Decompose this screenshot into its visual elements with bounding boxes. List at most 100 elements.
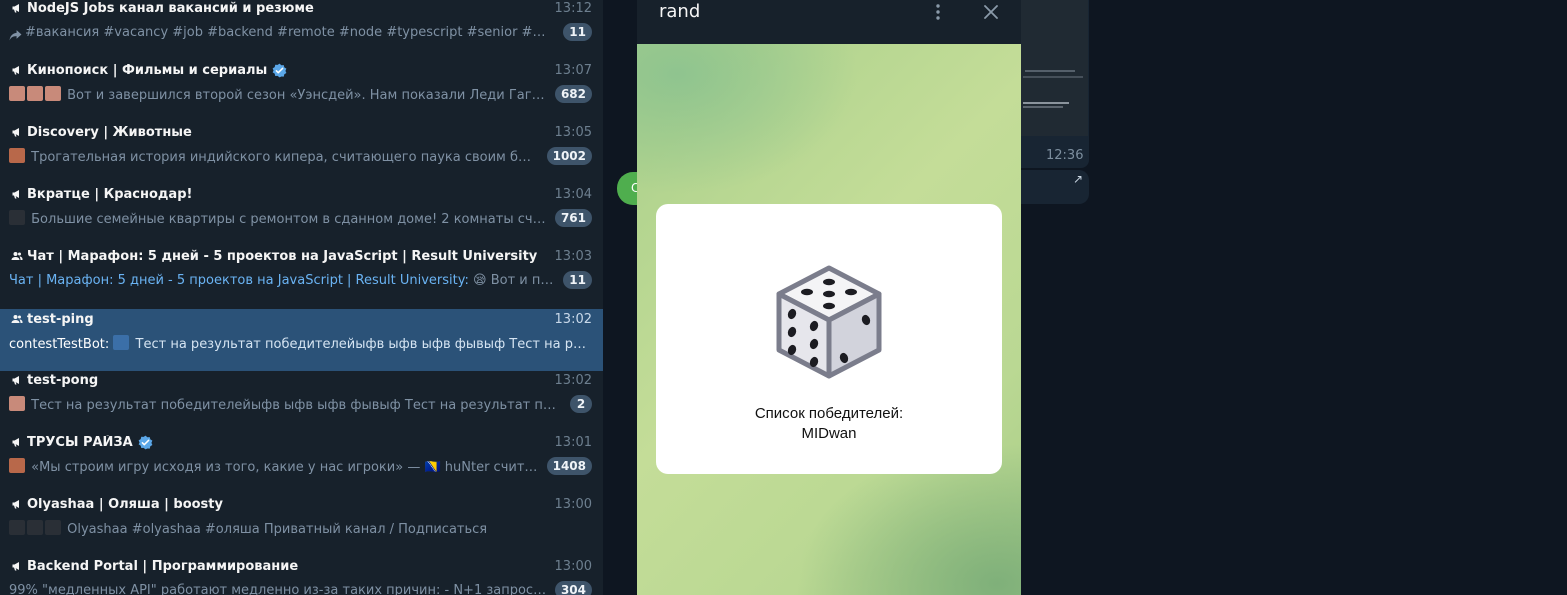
chat-preview: Трогательная история индийского кипера, … [9, 147, 539, 165]
channel-megaphone-icon [10, 373, 24, 387]
chat-preview-row: Вот и завершился второй сезон «Уэнсдей».… [9, 84, 592, 104]
background-screenshot-image [1021, 0, 1088, 136]
chat-preview: Тест на результат победителейыфв ыфв ыфв… [9, 395, 562, 413]
channel-megaphone-icon [10, 125, 24, 139]
chat-name: Olyashaa | Оляша | boosty [27, 496, 223, 512]
more-vertical-icon[interactable] [928, 2, 948, 22]
media-thumbnail [9, 147, 25, 163]
chat-title-row: Чат | Марафон: 5 дней - 5 проектов на Ja… [10, 246, 592, 266]
preview-text: #вакансия #vacancy #job #backend #remote… [25, 24, 555, 40]
popup-header: rand [637, 0, 1021, 44]
preview-text: Вот и завершился второй сезон «Уэнсдей».… [67, 87, 547, 103]
media-thumbnail [27, 85, 43, 101]
unread-count-badge: 2 [570, 395, 592, 413]
chat-title-row: Olyashaa | Оляша | boosty 13:00 [10, 494, 592, 514]
chat-name: Вкратце | Краснодар! [27, 186, 193, 202]
chat-list-item[interactable]: test-ping 13:02 contestTestBot: Тест на ре… [0, 309, 603, 371]
chat-title-row: Кинопоиск | Фильмы и сериалы 13:07 [10, 60, 592, 80]
chat-time: 13:07 [554, 62, 592, 78]
unread-count-badge: 682 [554, 85, 592, 103]
chat-preview: 99% "медленных API" работают медленно из… [9, 583, 547, 595]
chat-list-item[interactable]: Кинопоиск | Фильмы и сериалы 13:07 Вот и … [0, 60, 603, 122]
chat-list-item[interactable]: Olyashaa | Оляша | boosty 13:00 Olyashaa … [0, 494, 603, 556]
preview-emoji: 😪 [473, 272, 487, 288]
chat-name: test-ping [27, 311, 94, 327]
preview-text: Вот и пришло ... [490, 272, 556, 288]
preview-text: Olyashaa #olyashaa #оляша Приватный кана… [67, 521, 488, 537]
chat-preview: «Мы строим игру исходя из того, какие у … [9, 457, 539, 475]
chat-title-row: Вкратце | Краснодар! 13:04 [10, 184, 592, 204]
group-icon [10, 249, 24, 263]
chat-name: NodeJS Jobs канал вакансий и резюме [27, 0, 314, 16]
chat-time: 13:05 [554, 124, 592, 140]
winners-card: Список победителей: MIDwan [656, 204, 1002, 474]
webapp-popup: rand Список победителей: MIDwan [637, 0, 1021, 595]
chat-preview-row: Тест на результат победителейыфв ыфв ыфв… [9, 394, 592, 414]
chat-time: 13:03 [554, 248, 592, 264]
verified-badge-icon [138, 435, 153, 450]
chat-name: Чат | Марафон: 5 дней - 5 проектов на Ja… [27, 248, 538, 264]
chat-list-item[interactable]: ТРУСЫ РАЙЗА 13:01 «Мы строим игру исходя … [0, 432, 603, 494]
chat-list-item[interactable]: Вкратце | Краснодар! 13:04 Большие семейн… [0, 184, 603, 246]
forward-arrow-icon [9, 26, 23, 41]
channel-megaphone-icon [10, 187, 24, 201]
chat-preview-row: contestTestBot: Тест на результат победи… [9, 333, 592, 353]
popup-content: Список победителей: MIDwan [637, 44, 1021, 595]
chat-title-row: Backend Portal | Программирование 13:00 [10, 556, 592, 576]
media-thumbnail [9, 85, 25, 101]
chat-preview: Большие семейные квартиры с ремонтом в с… [9, 209, 547, 227]
chat-title-row: Discovery | Животные 13:05 [10, 122, 592, 142]
chat-name: Discovery | Животные [27, 124, 192, 140]
chat-title-row: ТРУСЫ РАЙЗА 13:01 [10, 432, 592, 452]
chat-list-item[interactable]: test-pong 13:02 Тест на результат победит… [0, 370, 603, 432]
channel-megaphone-icon [10, 1, 24, 15]
message-time: 12:36 [1046, 148, 1084, 163]
chat-list-item[interactable]: NodeJS Jobs канал вакансий и резюме 13:12… [0, 0, 603, 60]
channel-megaphone-icon [10, 559, 24, 573]
chat-time: 13:01 [554, 434, 592, 450]
chat-title-row: test-ping 13:02 [10, 309, 592, 329]
chat-preview: Вот и завершился второй сезон «Уэнсдей».… [9, 85, 547, 103]
chat-list-item[interactable]: Backend Portal | Программирование 13:00 99… [0, 556, 603, 595]
dice-icon [768, 262, 890, 384]
preview-text: Тест на результат победителейыфв ыфв ыфв… [135, 336, 592, 352]
unread-count-badge: 1408 [546, 457, 592, 475]
chat-list-item[interactable]: Чат | Марафон: 5 дней - 5 проектов на Ja… [0, 246, 603, 308]
channel-megaphone-icon [10, 497, 24, 511]
media-thumbnail [45, 519, 61, 535]
unread-count-badge: 11 [563, 271, 592, 289]
chat-preview: contestTestBot: Тест на результат победи… [9, 334, 592, 352]
popup-title: rand [659, 1, 701, 22]
chat-title-row: NodeJS Jobs канал вакансий и резюме 13:12 [10, 0, 592, 18]
chat-time: 13:02 [554, 372, 592, 388]
preview-sender: contestTestBot: [9, 336, 110, 352]
unread-count-badge: 304 [554, 581, 592, 595]
media-thumbnail [9, 457, 25, 473]
winners-text: Список победителей: MIDwan [656, 404, 1002, 444]
chat-time: 13:00 [554, 558, 592, 574]
media-thumbnail [9, 519, 25, 535]
winner-name: MIDwan [801, 425, 857, 442]
chat-name: test-pong [27, 372, 99, 388]
open-link-icon[interactable]: ↗ [1073, 172, 1083, 186]
media-thumbnail [9, 395, 25, 411]
chat-name: Кинопоиск | Фильмы и сериалы [27, 62, 268, 78]
chat-time: 13:02 [554, 311, 592, 327]
group-icon [10, 312, 24, 326]
chat-time: 13:12 [554, 0, 592, 16]
media-thumbnail [9, 209, 25, 225]
preview-text: 99% "медленных API" работают медленно из… [9, 582, 547, 595]
chat-preview-row: Большие семейные квартиры с ремонтом в с… [9, 208, 592, 228]
unread-count-badge: 11 [563, 23, 592, 41]
chat-title-row: test-pong 13:02 [10, 370, 592, 390]
channel-megaphone-icon [10, 63, 24, 77]
chat-time: 13:00 [554, 496, 592, 512]
close-icon[interactable] [981, 2, 1001, 22]
chat-time: 13:04 [554, 186, 592, 202]
preview-sender: Чат | Марафон: 5 дней - 5 проектов на Ja… [9, 272, 469, 288]
chat-list-item[interactable]: Discovery | Животные 13:05 Трогательная и… [0, 122, 603, 184]
preview-text: Большие семейные квартиры с ремонтом в с… [31, 211, 547, 227]
channel-megaphone-icon [10, 435, 24, 449]
verified-badge-icon [272, 63, 287, 78]
unread-count-badge: 761 [554, 209, 592, 227]
